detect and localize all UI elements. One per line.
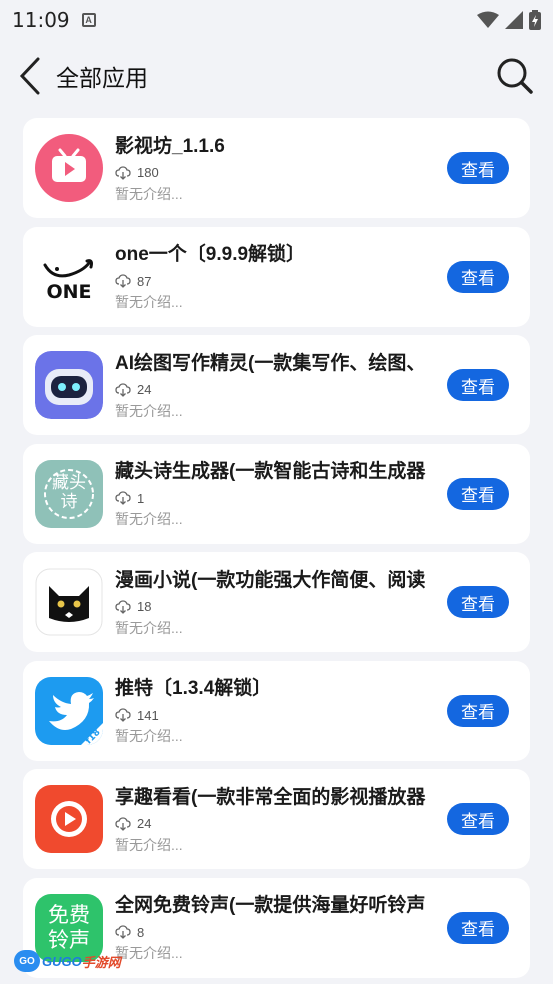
back-button[interactable] [18, 56, 50, 96]
chevron-left-icon [19, 57, 40, 95]
app-name: 影视坊_1.1.6 [115, 135, 225, 157]
status-bar: 11:09 A [0, 0, 553, 40]
tv-play-icon [35, 134, 103, 202]
watermark-text-2: 手游网 [81, 954, 121, 970]
app-info: one一个〔9.9.9解锁〕 87 暂无介绍... [115, 243, 439, 310]
app-card[interactable]: AI绘图写作精灵(一款集写作、绘图、 24 暂无介绍... 查看 [23, 335, 530, 435]
download-count: 1 [137, 490, 145, 506]
app-description: 暂无介绍... [115, 185, 183, 202]
app-meta: 87 [115, 272, 439, 290]
cloud-download-icon [115, 274, 131, 288]
view-button[interactable]: 查看 [447, 911, 509, 944]
battery-icon [529, 10, 541, 30]
twitter-bird-icon: f18 [35, 676, 103, 745]
view-button[interactable]: 查看 [447, 477, 509, 510]
app-meta: 18 [115, 598, 439, 616]
watermark: GO GUGO 手游网 [14, 950, 121, 972]
view-button[interactable]: 查看 [447, 260, 509, 293]
app-card[interactable]: 漫画小说(一款功能强大作简便、阅读 18 暂无介绍... 查看 [23, 552, 530, 652]
robot-icon [35, 351, 103, 419]
app-description: 暂无介绍... [115, 945, 183, 961]
app-list: 影视坊_1.1.6 180 暂无介绍... 查看 ONE one一个〔9.9.9解锁… [0, 112, 553, 978]
app-card[interactable]: f18 推特〔1.3.4解锁〕 141 暂无介绍... 查看 [23, 660, 530, 761]
cloud-download-icon [115, 599, 131, 614]
app-icon-text: 免费铃声 [48, 902, 90, 952]
cloud-download-icon [115, 925, 131, 939]
cloud-download-icon [115, 382, 131, 397]
view-button[interactable]: 查看 [447, 586, 509, 618]
app-description: 暂无介绍... [115, 402, 183, 419]
status-icons [477, 10, 541, 30]
notification-icon: A [81, 13, 96, 27]
one-logo-icon: ONE [35, 242, 103, 311]
view-button[interactable]: 查看 [447, 369, 509, 401]
app-info: 推特〔1.3.4解锁〕 141 暂无介绍... [115, 677, 439, 744]
app-description: 暂无介绍... [115, 836, 183, 853]
app-card[interactable]: 享趣看看(一款非常全面的影视播放器 24 暂无介绍... 查看 [23, 769, 530, 869]
app-card[interactable]: ONE one一个〔9.9.9解锁〕 87 暂无介绍... 查看 [23, 226, 530, 327]
app-name: AI绘图写作精灵(一款集写作、绘图、 [115, 352, 426, 374]
video-play-icon [35, 785, 103, 853]
app-info: 藏头诗生成器(一款智能古诗和生成器 1 暂无介绍... [115, 460, 439, 527]
app-name: 漫画小说(一款功能强大作简便、阅读 [115, 569, 426, 591]
app-card[interactable]: 藏头诗 藏头诗生成器(一款智能古诗和生成器 1 暂无介绍... 查看 [23, 443, 530, 544]
app-info: 漫画小说(一款功能强大作简便、阅读 18 暂无介绍... [115, 569, 439, 636]
app-description: 暂无介绍... [115, 294, 183, 310]
app-description: 暂无介绍... [115, 619, 183, 636]
app-name: 推特〔1.3.4解锁〕 [115, 678, 272, 699]
wifi-icon [477, 11, 499, 28]
cloud-download-icon [115, 491, 131, 505]
app-name: one一个〔9.9.9解锁〕 [115, 244, 306, 265]
app-description: 暂无介绍... [115, 511, 183, 527]
watermark-text: GUGO [42, 953, 82, 969]
app-meta: 1 [115, 489, 439, 507]
poem-seal-icon: 藏头诗 [35, 459, 103, 528]
app-info: 享趣看看(一款非常全面的影视播放器 24 暂无介绍... [115, 786, 439, 853]
view-button[interactable]: 查看 [447, 694, 509, 727]
download-count: 18 [137, 599, 152, 614]
app-name: 享趣看看(一款非常全面的影视播放器 [115, 786, 426, 808]
app-meta: 24 [115, 815, 439, 833]
view-button[interactable]: 查看 [447, 803, 509, 835]
app-info: AI绘图写作精灵(一款集写作、绘图、 24 暂无介绍... [115, 352, 439, 419]
cloud-download-icon [115, 816, 131, 831]
app-icon-text: 藏头诗 [52, 472, 86, 512]
download-count: 87 [137, 273, 152, 289]
download-count: 24 [137, 816, 152, 831]
app-meta: 24 [115, 381, 439, 399]
app-info: 影视坊_1.1.6 180 暂无介绍... [115, 135, 439, 202]
search-icon [497, 58, 533, 94]
app-description: 暂无介绍... [115, 728, 183, 744]
view-button[interactable]: 查看 [447, 152, 509, 184]
status-time: 11:09 [12, 8, 70, 32]
app-meta: 141 [115, 706, 439, 724]
app-meta: 8 [115, 923, 439, 941]
signal-icon [505, 11, 523, 29]
header: 全部应用 [0, 40, 553, 112]
download-count: 24 [137, 382, 152, 397]
app-card[interactable]: 影视坊_1.1.6 180 暂无介绍... 查看 [23, 118, 530, 218]
black-cat-icon [35, 568, 103, 636]
download-count: 141 [137, 707, 159, 723]
download-count: 8 [137, 924, 145, 940]
app-name: 藏头诗生成器(一款智能古诗和生成器 [115, 461, 426, 482]
watermark-badge: GO [14, 950, 40, 972]
page-title: 全部应用 [56, 65, 148, 91]
app-info: 全网免费铃声(一款提供海量好听铃声 8 暂无介绍... [115, 894, 439, 961]
app-name: 全网免费铃声(一款提供海量好听铃声 [115, 895, 426, 916]
download-count: 180 [137, 165, 159, 180]
cloud-download-icon [115, 708, 131, 722]
search-button[interactable] [495, 56, 535, 96]
app-icon-text: ONE [46, 280, 92, 303]
cloud-download-icon [115, 165, 131, 180]
app-meta: 180 [115, 164, 439, 182]
